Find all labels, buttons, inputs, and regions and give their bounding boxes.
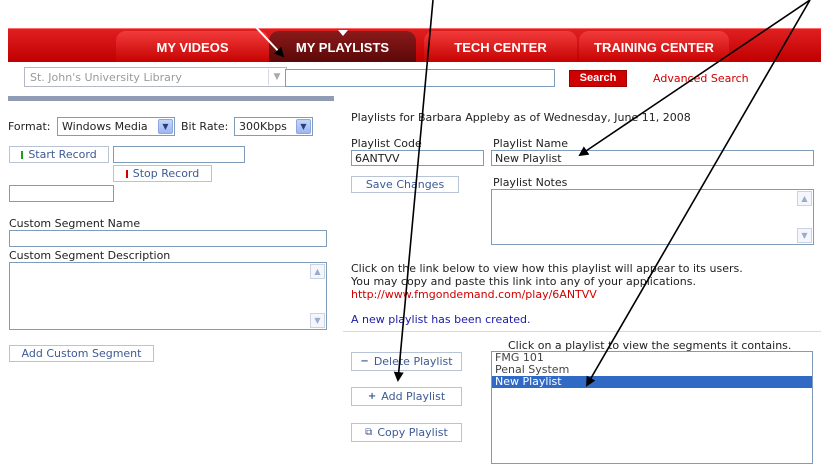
arrow-to-new-playlist-item (585, 0, 811, 387)
arrow-to-my-playlists-tab (250, 21, 285, 58)
arrow-to-add-playlist (393, 0, 434, 382)
annotation-arrows (250, 0, 811, 387)
arrow-to-playlist-name (578, 0, 811, 157)
